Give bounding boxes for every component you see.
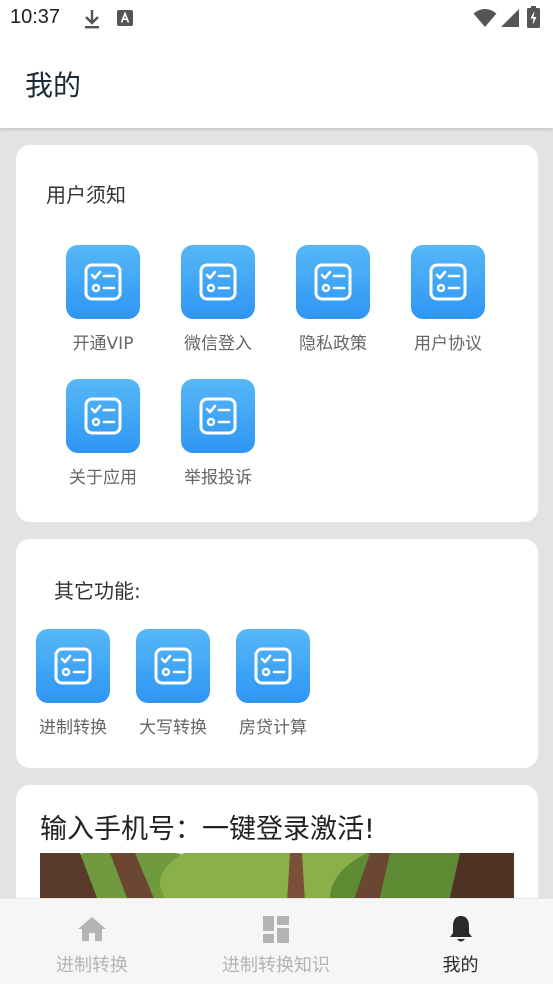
grid-item-label: 大写转换 (139, 718, 207, 738)
nav-label: 我的 (442, 955, 479, 976)
other-functions-title: 其它功能: (54, 579, 141, 603)
home-icon (78, 917, 106, 941)
dashboard-icon (263, 916, 289, 943)
grid-item-label: 微信登入 (184, 334, 252, 354)
app-bar: 我的 (0, 40, 553, 128)
grid-item-uppercase-conversion[interactable]: 大写转换 (123, 629, 223, 739)
grid-item-report[interactable]: 举报投诉 (168, 379, 268, 489)
checklist-icon (296, 245, 370, 319)
grid-item-about-app[interactable]: 关于应用 (53, 379, 153, 489)
status-time: 10:37 (10, 6, 61, 28)
checklist-icon (181, 379, 255, 453)
grid-item-label: 隐私政策 (299, 334, 367, 354)
nav-label: 进制转换 (56, 955, 128, 976)
checklist-icon (236, 629, 310, 703)
promo-title: 输入手机号：一键登录激活! (40, 814, 375, 845)
download-icon (85, 10, 99, 29)
bell-icon (450, 916, 472, 942)
bottom-nav: 进制转换 进制转换知识 我的 (0, 898, 553, 984)
signal-icon (501, 9, 519, 27)
other-functions-card: 其它功能: 进制转换 大写转换 房贷计算 (16, 539, 538, 768)
checklist-icon (36, 629, 110, 703)
grid-item-label: 用户协议 (414, 334, 482, 354)
grid-item-wechat-login[interactable]: 微信登入 (168, 245, 268, 355)
grid-item-mortgage-calculator[interactable]: 房贷计算 (223, 629, 323, 739)
checklist-icon (136, 629, 210, 703)
checklist-icon (66, 379, 140, 453)
wifi-icon (473, 9, 497, 27)
battery-icon (527, 6, 540, 28)
nav-tab-mine[interactable]: 我的 (368, 899, 553, 984)
grid-item-label: 举报投诉 (184, 468, 252, 488)
grid-item-label: 房贷计算 (239, 718, 307, 738)
grid-item-label: 开通VIP (72, 334, 134, 354)
a-notification-icon (117, 10, 133, 26)
checklist-icon (411, 245, 485, 319)
nav-tab-base-conversion[interactable]: 进制转换 (0, 899, 184, 984)
nav-tab-base-knowledge[interactable]: 进制转换知识 (184, 899, 368, 984)
grid-item-open-vip[interactable]: 开通VIP (53, 245, 153, 355)
checklist-icon (181, 245, 255, 319)
nav-label: 进制转换知识 (222, 955, 330, 976)
user-notice-title: 用户须知 (46, 183, 126, 207)
grid-item-label: 进制转换 (39, 718, 107, 738)
page-title: 我的 (25, 69, 82, 102)
grid-item-base-conversion[interactable]: 进制转换 (23, 629, 123, 739)
grid-item-label: 关于应用 (69, 468, 137, 488)
checklist-icon (66, 245, 140, 319)
status-bar: 10:37 (0, 0, 553, 40)
user-notice-card: 用户须知 开通VIP 微信登入 隐私政策 用户协议 关于应用 举报投诉 (16, 145, 538, 522)
grid-item-privacy-policy[interactable]: 隐私政策 (283, 245, 383, 355)
grid-item-user-agreement[interactable]: 用户协议 (398, 245, 498, 355)
